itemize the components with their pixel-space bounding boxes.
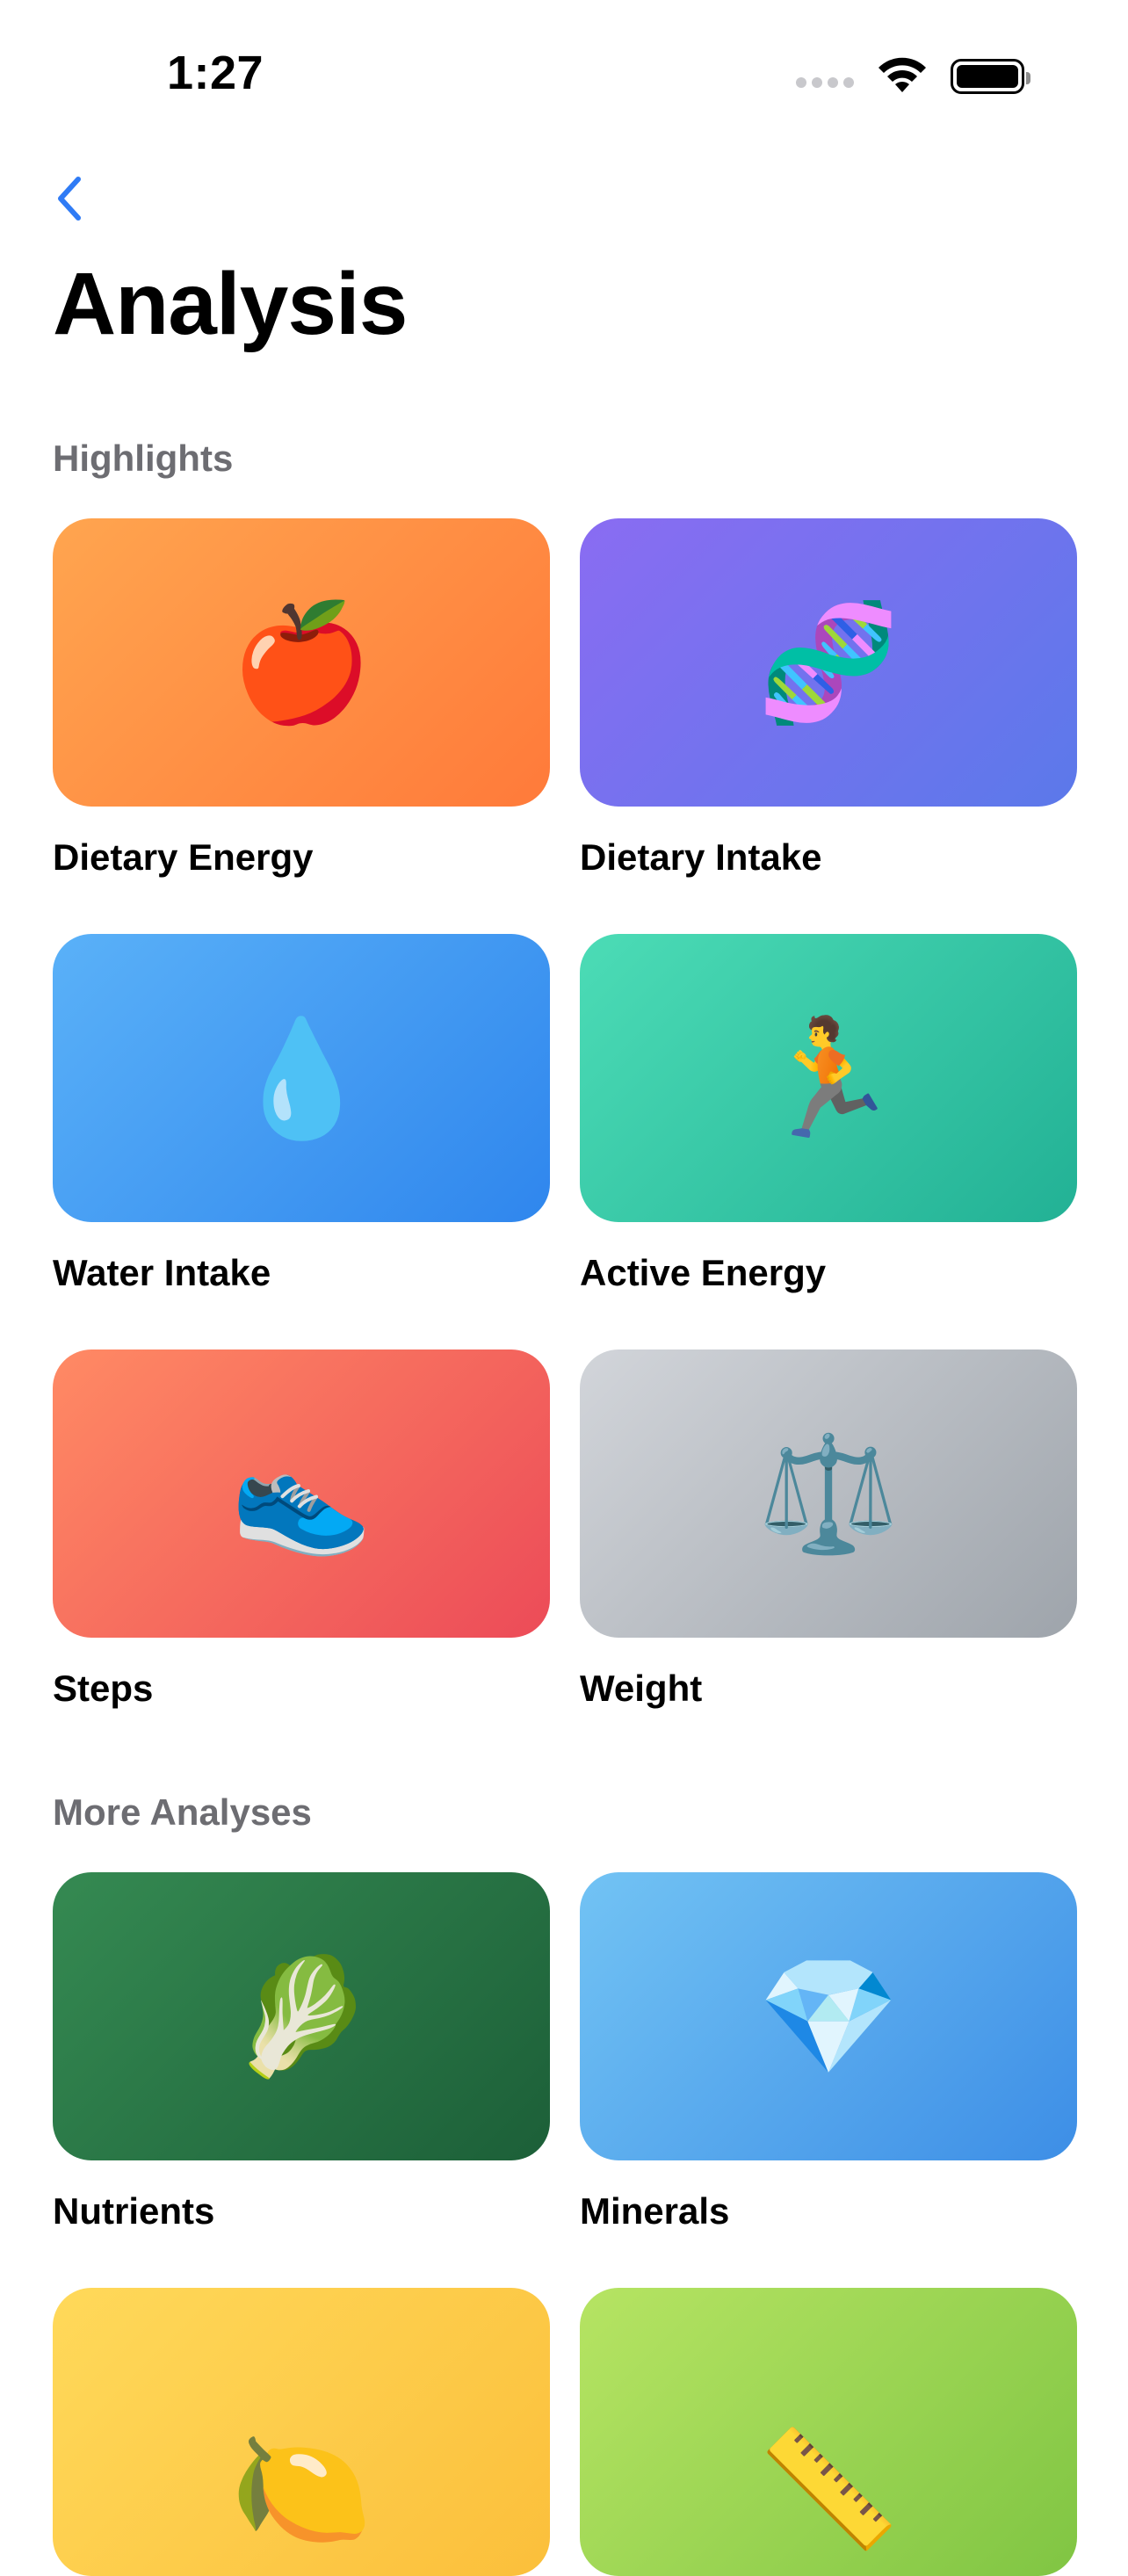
card-weight[interactable]: ⚖️ Weight — [580, 1350, 1077, 1710]
card-label: Steps — [53, 1668, 154, 1709]
card-tile: 👟 — [53, 1350, 550, 1638]
page-title: Analysis — [53, 255, 408, 353]
card-tile: 🏃 — [580, 934, 1077, 1222]
card-label: Active Energy — [580, 1252, 827, 1293]
card-tile: 🧬 — [580, 518, 1077, 807]
battery-icon — [951, 59, 1030, 94]
back-button[interactable] — [47, 172, 91, 225]
card-ruler[interactable]: 📏 — [580, 2288, 1077, 2576]
chevron-left-icon — [58, 177, 81, 221]
card-active-energy[interactable]: 🏃 Active Energy — [580, 934, 1077, 1294]
card-label: Dietary Energy — [53, 836, 314, 878]
apple-icon: 🍎 — [230, 596, 372, 729]
card-dietary-energy[interactable]: 🍎 Dietary Energy — [53, 518, 550, 879]
card-minerals[interactable]: 💎 Minerals — [580, 1872, 1077, 2232]
wifi-icon — [879, 57, 926, 92]
gem-icon: 💎 — [757, 1950, 900, 2083]
section-header-highlights: Highlights — [53, 438, 234, 479]
card-tile: 🍎 — [53, 518, 550, 807]
card-dietary-intake[interactable]: 🧬 Dietary Intake — [580, 518, 1077, 879]
card-label: Weight — [580, 1668, 703, 1709]
sneaker-icon: 👟 — [230, 1427, 372, 1560]
card-label: Water Intake — [53, 1252, 271, 1293]
section-header-more-analyses: More Analyses — [53, 1791, 312, 1833]
card-label: Minerals — [580, 2190, 730, 2232]
card-tile: 💎 — [580, 1872, 1077, 2160]
ruler-icon: 📏 — [757, 2422, 900, 2556]
water-drop-icon: 💧 — [230, 1011, 372, 1145]
leafy-green-icon: 🥬 — [230, 1950, 372, 2083]
card-tile: 🍋 — [53, 2288, 550, 2576]
card-nutrients[interactable]: 🥬 Nutrients — [53, 1872, 550, 2232]
status-time: 1:27 — [167, 47, 264, 99]
card-tile: 🥬 — [53, 1872, 550, 2160]
card-label: Dietary Intake — [580, 836, 822, 878]
card-water-intake[interactable]: 💧 Water Intake — [53, 934, 550, 1294]
card-tile: ⚖️ — [580, 1350, 1077, 1638]
card-steps[interactable]: 👟 Steps — [53, 1350, 550, 1710]
status-bar: 1:27 — [0, 0, 1128, 141]
card-label: Nutrients — [53, 2190, 215, 2232]
dna-icon: 🧬 — [757, 596, 900, 729]
cellular-signal-icon — [796, 77, 854, 88]
status-icons — [796, 54, 1030, 98]
card-tile: 💧 — [53, 934, 550, 1222]
lemon-icon: 🍋 — [230, 2422, 372, 2556]
card-lemon[interactable]: 🍋 — [53, 2288, 550, 2576]
runner-icon: 🏃 — [757, 1011, 900, 1145]
card-tile: 📏 — [580, 2288, 1077, 2576]
balance-scale-icon: ⚖️ — [757, 1427, 900, 1560]
